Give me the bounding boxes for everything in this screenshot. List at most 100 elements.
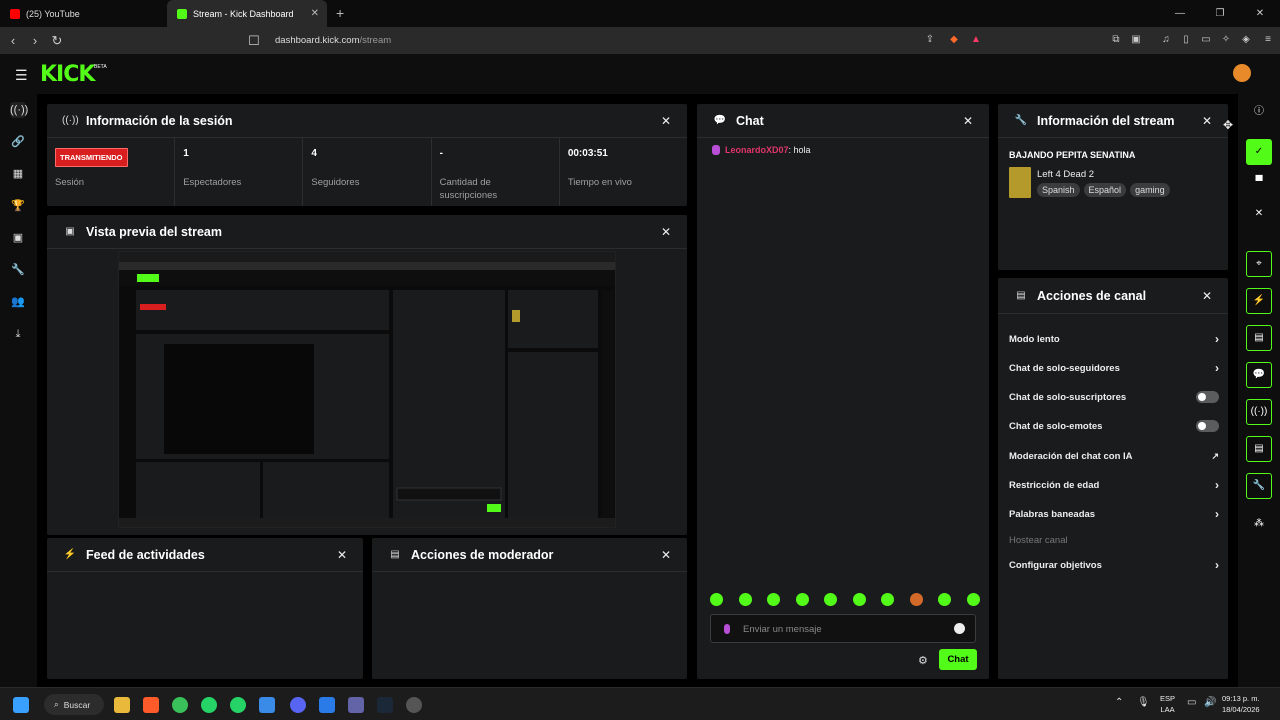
dots-icon[interactable]: ⁂: [1246, 512, 1272, 538]
screenshot-icon[interactable]: ▣: [1128, 32, 1144, 48]
emote-icon[interactable]: [795, 593, 809, 606]
url-field[interactable]: dashboard.kick.com/stream: [275, 30, 1020, 51]
emote-icon[interactable]: [767, 593, 781, 606]
stat-label: Cantidad de suscripciones: [439, 177, 498, 201]
hamburger-menu-icon[interactable]: ☰: [15, 67, 28, 84]
action-ai-moderation[interactable]: Moderación del chat con IA ↗: [1009, 448, 1219, 464]
new-tab-icon[interactable]: +: [336, 5, 344, 21]
maximize-icon[interactable]: ❐: [1200, 0, 1240, 27]
broadcast-icon[interactable]: ((·)): [1246, 399, 1272, 425]
brave-shield-icon[interactable]: ◆: [946, 32, 962, 48]
emote-icon[interactable]: [909, 593, 923, 606]
download-icon[interactable]: ⤓: [10, 326, 26, 342]
leo-icon[interactable]: ✧: [1218, 32, 1234, 48]
moderator-actions-panel: ▤ Acciones de moderador ✕: [372, 538, 687, 679]
vpn-icon[interactable]: ◈: [1238, 32, 1254, 48]
reload-icon[interactable]: ↻: [46, 33, 68, 49]
minimize-icon[interactable]: —: [1160, 0, 1200, 27]
emote-icon[interactable]: [710, 593, 723, 606]
emote-icon[interactable]: [824, 593, 838, 606]
avatar[interactable]: [1233, 64, 1251, 82]
volume-icon[interactable]: 🔊: [1204, 697, 1216, 708]
chat-input[interactable]: [743, 620, 943, 638]
close-icon[interactable]: ✕: [661, 225, 671, 239]
stream-preview-video[interactable]: [118, 251, 616, 528]
share-icon[interactable]: ⇪: [922, 32, 938, 48]
emote-icon[interactable]: [881, 593, 895, 606]
kick-logo[interactable]: KICK: [40, 62, 95, 87]
layout-icon[interactable]: ▀: [1246, 170, 1272, 196]
stream-icon[interactable]: ((·)): [10, 102, 28, 118]
rewards-icon[interactable]: ▲: [968, 32, 984, 48]
close-icon[interactable]: ✕: [1202, 114, 1212, 128]
close-icon[interactable]: ✕: [1202, 289, 1212, 303]
obs-icon[interactable]: [406, 697, 422, 713]
tab-kick-dashboard[interactable]: Stream - Kick Dashboard ✕: [167, 0, 327, 27]
users-icon[interactable]: 👥: [10, 294, 26, 310]
emote-icon[interactable]: [966, 593, 980, 606]
menu-icon[interactable]: ≡: [1260, 32, 1276, 48]
tab-youtube[interactable]: (25) YouTube: [0, 0, 160, 27]
info-icon[interactable]: ⓘ: [1246, 100, 1272, 126]
whatsapp-icon[interactable]: [201, 697, 217, 713]
action-age-restriction[interactable]: Restricción de edad ›: [1009, 477, 1219, 493]
video-icon[interactable]: ▣: [10, 230, 26, 246]
tray-chevron-icon[interactable]: ⌃: [1115, 697, 1123, 708]
windows-start-icon[interactable]: [13, 697, 29, 713]
system-clock[interactable]: 09:13 p. m. 18/04/2026: [1222, 693, 1260, 715]
chat-username[interactable]: LeonardoXD07: [725, 145, 789, 155]
lightning-icon[interactable]: ⚡: [1246, 288, 1272, 314]
bookmark-icon[interactable]: ☐: [243, 33, 265, 49]
taskbar-search[interactable]: ⌕ Buscar: [44, 694, 104, 715]
teams-icon[interactable]: [348, 697, 364, 713]
wallet-icon[interactable]: ▭: [1198, 32, 1214, 48]
emote-icon[interactable]: [852, 593, 866, 606]
language-indicator[interactable]: ESP LAA: [1160, 693, 1175, 715]
close-icon[interactable]: ✕: [661, 548, 671, 562]
check-icon[interactable]: ✓: [1246, 139, 1272, 165]
analytics-icon[interactable]: ▦: [10, 166, 26, 182]
back-icon[interactable]: ‹: [2, 33, 24, 48]
chat-settings-icon[interactable]: ⚙: [918, 654, 928, 667]
actions-icon[interactable]: ▤: [1246, 436, 1272, 462]
file-explorer-icon[interactable]: [114, 697, 130, 713]
emotes-only-toggle[interactable]: [1196, 420, 1219, 432]
close-icon[interactable]: ✕: [1246, 202, 1272, 228]
mail-icon[interactable]: [319, 697, 335, 713]
action-followers-only[interactable]: Chat de solo-seguidores ›: [1009, 360, 1219, 376]
emoji-icon[interactable]: [954, 623, 965, 634]
discord-icon[interactable]: [290, 697, 306, 713]
forward-icon[interactable]: ›: [24, 33, 46, 48]
close-icon[interactable]: ✕: [661, 114, 671, 128]
close-icon[interactable]: ✕: [963, 114, 973, 128]
close-tab-icon[interactable]: ✕: [311, 8, 319, 19]
close-icon[interactable]: ✕: [337, 548, 347, 562]
brave-icon[interactable]: [143, 697, 159, 713]
extensions-icon[interactable]: ⧉: [1108, 32, 1124, 48]
action-configure-goals[interactable]: Configurar objetivos ›: [1009, 557, 1219, 573]
sidebar-icon[interactable]: ▯: [1178, 32, 1194, 48]
wrench-icon[interactable]: 🔧: [10, 262, 26, 278]
microphone-icon[interactable]: 🎙: [1137, 697, 1150, 708]
trophy-icon[interactable]: 🏆: [10, 198, 26, 214]
steam-icon[interactable]: [377, 697, 393, 713]
chat-icon[interactable]: 💬: [1246, 362, 1272, 388]
emote-icon[interactable]: [938, 593, 952, 606]
close-window-icon[interactable]: ✕: [1240, 0, 1280, 27]
emote-icon[interactable]: [738, 593, 752, 606]
stream-tags: Spanish Español gaming: [1037, 183, 1170, 197]
action-slow-mode[interactable]: Modo lento ›: [1009, 331, 1219, 347]
document-icon[interactable]: ▤: [1246, 325, 1272, 351]
chrome-icon[interactable]: [172, 697, 188, 713]
send-chat-button[interactable]: Chat: [939, 649, 977, 670]
stat-value: 4: [311, 148, 317, 159]
link-icon[interactable]: 🔗: [10, 134, 26, 150]
media-icon[interactable]: ♫: [1158, 32, 1174, 48]
whatsapp-icon[interactable]: [230, 697, 246, 713]
store-icon[interactable]: [259, 697, 275, 713]
wrench-icon[interactable]: 🔧: [1246, 473, 1272, 499]
action-banned-words[interactable]: Palabras baneadas ›: [1009, 506, 1219, 522]
capture-icon[interactable]: ⌖: [1246, 251, 1272, 277]
network-icon[interactable]: ▭: [1187, 697, 1196, 708]
subscribers-only-toggle[interactable]: [1196, 391, 1219, 403]
